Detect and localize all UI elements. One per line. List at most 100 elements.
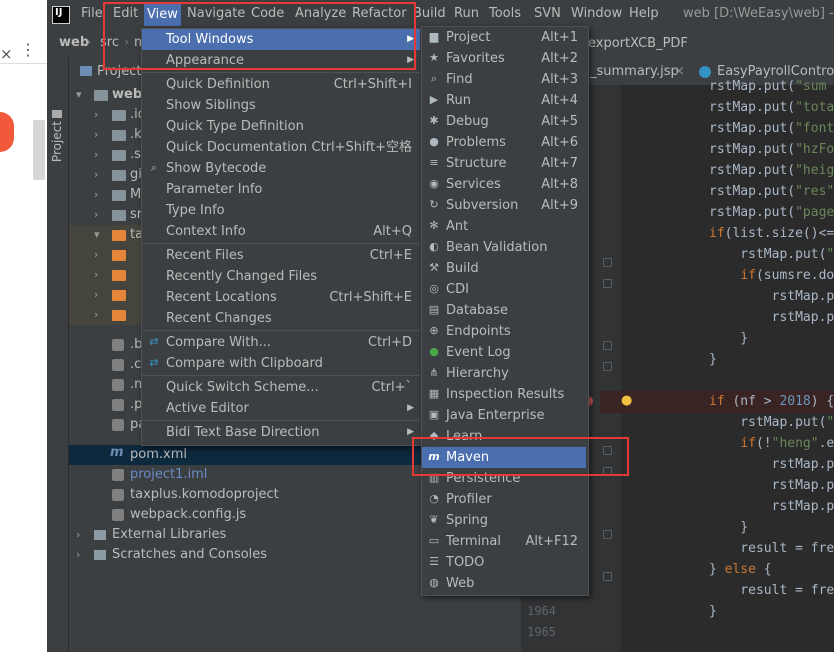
tool-window-item-favorites[interactable]: ★ Favorites Alt+2: [422, 48, 586, 69]
tool-window-item-hierarchy[interactable]: ⋔ Hierarchy: [422, 363, 586, 384]
tool-window-item-database[interactable]: ▤ Database: [422, 300, 586, 321]
menu-window[interactable]: Window: [571, 6, 622, 21]
menu-tools[interactable]: Tools: [489, 6, 521, 21]
chevron-right-icon[interactable]: ›: [94, 308, 98, 321]
nav-tab-right[interactable]: exportXCB_PDF: [588, 36, 688, 51]
tool-window-item-cdi[interactable]: ◎ CDI: [422, 279, 586, 300]
tree-item-label[interactable]: web: [112, 85, 142, 105]
menu-item-label: Services: [446, 177, 501, 192]
tree-item-label[interactable]: .k: [130, 125, 142, 145]
tool-window-item-profiler[interactable]: ◔ Profiler: [422, 489, 586, 510]
chevron-right-icon[interactable]: ›: [94, 108, 98, 121]
tree-item-label[interactable]: pom.xml: [130, 445, 187, 465]
tool-window-item-inspection-results[interactable]: ▦ Inspection Results: [422, 384, 586, 405]
tree-item-label[interactable]: taxplus.komodoproject: [130, 485, 279, 505]
tree-item-label[interactable]: project1.iml: [130, 465, 207, 485]
chevron-right-icon[interactable]: ›: [94, 148, 98, 161]
view-menu-item[interactable]: Show Bytecode ⌕: [142, 158, 420, 179]
view-menu-item[interactable]: Quick Definition Ctrl+Shift+I: [142, 74, 420, 95]
chevron-down-icon[interactable]: ▾: [76, 88, 82, 101]
file-icon: [112, 419, 124, 431]
code-line: rstMap.put("tota: [709, 100, 834, 115]
tool-window-item-terminal[interactable]: ▭ Terminal Alt+F12: [422, 531, 586, 552]
view-menu-item[interactable]: Recently Changed Files: [142, 266, 420, 287]
tool-window-item-run[interactable]: ▶ Run Alt+4: [422, 90, 586, 111]
view-menu-item[interactable]: Recent Locations Ctrl+Shift+E: [142, 287, 420, 308]
tool-window-item-find[interactable]: ⌕ Find Alt+3: [422, 69, 586, 90]
tool-window-strip: Project: [47, 57, 69, 652]
chevron-right-icon[interactable]: ›: [94, 288, 98, 301]
close-icon[interactable]: ×: [0, 45, 13, 63]
tool-window-item-structure[interactable]: ≡ Structure Alt+7: [422, 153, 586, 174]
view-menu-item[interactable]: Compare with Clipboard ⇄: [142, 353, 420, 374]
tree-item-label[interactable]: External Libraries: [112, 525, 226, 545]
chevron-right-icon[interactable]: ›: [94, 188, 98, 201]
menu-svn[interactable]: SVN: [534, 6, 561, 21]
breadcrumb-web[interactable]: web: [59, 35, 89, 50]
fold-icon[interactable]: [603, 258, 612, 267]
chevron-right-icon[interactable]: ›: [76, 528, 80, 541]
project-tab-icon: [52, 110, 62, 118]
scrollbar-thumb[interactable]: [33, 120, 45, 180]
tree-item-label[interactable]: webpack.config.js: [130, 505, 246, 525]
tool-window-item-problems[interactable]: ● Problems Alt+6: [422, 132, 586, 153]
menu-build[interactable]: Build: [413, 6, 446, 21]
view-menu-item[interactable]: Parameter Info: [142, 179, 420, 200]
kebab-menu-icon[interactable]: ⋮: [20, 40, 36, 59]
fold-icon[interactable]: [603, 362, 612, 371]
tool-window-item-endpoints[interactable]: ⊕ Endpoints: [422, 321, 586, 342]
tool-window-item-todo[interactable]: ☰ TODO: [422, 552, 586, 573]
tool-window-item-project[interactable]: ▆ Project Alt+1: [422, 27, 586, 48]
folder-icon: ▆: [429, 30, 439, 43]
close-icon[interactable]: ×: [674, 64, 685, 79]
view-menu-item[interactable]: Recent Files Ctrl+E: [142, 245, 420, 266]
tool-window-item-subversion[interactable]: ↻ Subversion Alt+9: [422, 195, 586, 216]
menu-item-label: Compare With...: [166, 335, 272, 350]
view-menu-item[interactable]: Bidi Text Base Direction ▶: [142, 422, 420, 443]
view-menu-item[interactable]: Quick Switch Scheme... Ctrl+`: [142, 377, 420, 398]
tool-window-item-services[interactable]: ◉ Services Alt+8: [422, 174, 586, 195]
chevron-down-icon[interactable]: ▾: [94, 228, 100, 241]
line-number: 1965: [527, 625, 556, 639]
tool-window-item-debug[interactable]: ✱ Debug Alt+5: [422, 111, 586, 132]
tool-window-item-spring[interactable]: ❦ Spring: [422, 510, 586, 531]
tool-window-item-web[interactable]: ◍ Web: [422, 573, 586, 594]
lightbulb-icon[interactable]: ●: [621, 393, 632, 408]
menu-help[interactable]: Help: [629, 6, 659, 21]
chevron-right-icon[interactable]: ›: [94, 168, 98, 181]
fold-icon[interactable]: [603, 572, 612, 581]
view-menu-item[interactable]: Active Editor ▶: [142, 398, 420, 419]
menu-file[interactable]: File: [81, 6, 103, 21]
chevron-right-icon[interactable]: ›: [76, 548, 80, 561]
view-menu-item[interactable]: Show Siblings: [142, 95, 420, 116]
menu-run[interactable]: Run: [454, 6, 479, 21]
view-menu-item[interactable]: Context Info Alt+Q: [142, 221, 420, 242]
tab-summary-jsp[interactable]: _summary.jsp: [590, 64, 679, 79]
tree-item-label[interactable]: M: [130, 185, 141, 205]
tool-window-item-event-log[interactable]: ● Event Log: [422, 342, 586, 363]
chevron-right-icon[interactable]: ›: [94, 248, 98, 261]
view-menu-item[interactable]: Quick Documentation Ctrl+Shift+空格: [142, 137, 420, 158]
view-menu-item[interactable]: Recent Changes: [142, 308, 420, 329]
menu-item-label: Find: [446, 72, 473, 87]
menu-separator: [142, 72, 420, 73]
tool-window-item-bean-validation[interactable]: ◐ Bean Validation: [422, 237, 586, 258]
view-menu-item[interactable]: Compare With... Ctrl+D ⇄: [142, 332, 420, 353]
view-menu-item[interactable]: Quick Type Definition: [142, 116, 420, 137]
code-line: }: [709, 331, 749, 346]
view-menu-item[interactable]: Type Info: [142, 200, 420, 221]
code-line: rstMap.put("font: [709, 121, 834, 136]
project-tool-tab[interactable]: Project: [50, 121, 64, 162]
chevron-right-icon[interactable]: ›: [94, 208, 98, 221]
chevron-right-icon[interactable]: ›: [94, 128, 98, 141]
fold-icon[interactable]: [603, 341, 612, 350]
tool-window-item-java-enterprise[interactable]: ▣ Java Enterprise: [422, 405, 586, 426]
chevron-right-icon[interactable]: ›: [94, 268, 98, 281]
tool-window-item-ant[interactable]: ✻ Ant: [422, 216, 586, 237]
shortcut-label: Alt+F12: [525, 534, 578, 549]
fold-icon[interactable]: [603, 279, 612, 288]
fold-icon[interactable]: [603, 530, 612, 539]
tool-window-item-build[interactable]: ⚒ Build: [422, 258, 586, 279]
tree-item-label[interactable]: Scratches and Consoles: [112, 545, 267, 565]
hammer-icon: ⚒: [429, 261, 439, 274]
